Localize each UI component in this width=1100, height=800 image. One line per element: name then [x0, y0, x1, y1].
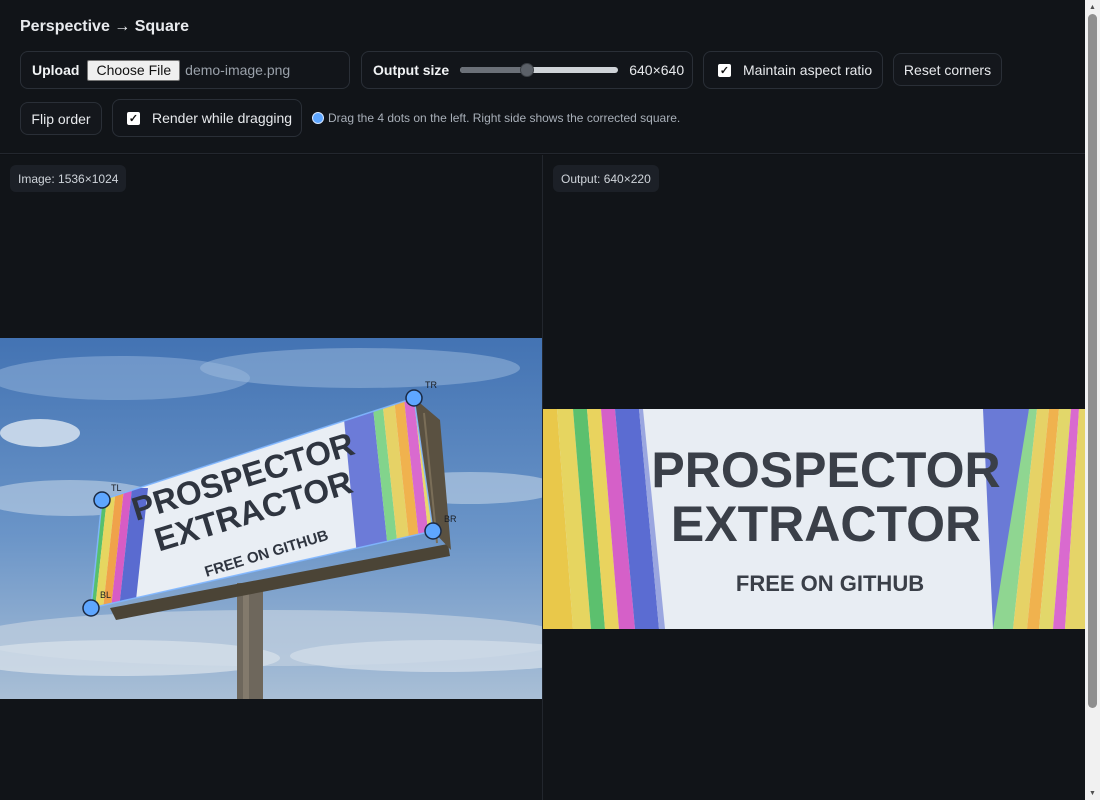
output-line-3: FREE ON GITHUB — [736, 571, 924, 596]
check-icon[interactable]: ✓ — [718, 63, 731, 77]
output-size-group: Output size 640×640 — [361, 51, 693, 89]
flip-order-button[interactable]: Flip order — [20, 102, 102, 135]
scrollbar-thumb[interactable] — [1088, 14, 1097, 708]
upload-label: Upload — [32, 62, 80, 78]
output-size-value: 640×640 — [629, 62, 685, 78]
corner-handle-tr[interactable] — [405, 389, 423, 407]
source-pane: Image: 1536×1024 PROSPECTOR EXTRACTOR FR… — [0, 155, 542, 800]
output-size-label: Output size — [373, 62, 450, 78]
check-icon[interactable]: ✓ — [127, 111, 140, 125]
output-line-1: PROSPECTOR — [651, 442, 1000, 498]
output-pane: Output: 640×220 PROSPECTOR EXTRACTOR FRE… — [543, 155, 1085, 800]
file-name: demo-image.png — [185, 62, 291, 78]
corner-label-tr: TR — [425, 380, 437, 390]
output-size-badge: Output: 640×220 — [553, 165, 659, 192]
source-image: PROSPECTOR EXTRACTOR FREE ON GITHUB TL T… — [0, 338, 542, 699]
toolbar: Perspective → Square Upload Choose File … — [0, 0, 1085, 154]
page-scrollbar[interactable]: ▲ ▼ — [1085, 0, 1100, 800]
hint-text: Drag the 4 dots on the left. Right side … — [328, 111, 681, 125]
render-while-dragging-toggle[interactable]: ✓ Render while dragging — [112, 99, 302, 137]
corner-label-tl: TL — [111, 483, 122, 493]
upload-group: Upload Choose File demo-image.png — [20, 51, 350, 89]
output-image: PROSPECTOR EXTRACTOR FREE ON GITHUB — [543, 409, 1085, 629]
corner-label-bl: BL — [100, 590, 111, 600]
corner-handle-br[interactable] — [424, 522, 442, 540]
app-title: Perspective → Square — [20, 18, 189, 35]
corner-label-br: BR — [444, 514, 457, 524]
hint: Drag the 4 dots on the left. Right side … — [312, 111, 680, 125]
reset-corners-button[interactable]: Reset corners — [893, 53, 1002, 86]
slider-thumb[interactable] — [519, 63, 534, 77]
output-line-2: EXTRACTOR — [671, 496, 981, 552]
corner-handle-bl[interactable] — [82, 599, 100, 617]
scroll-down-icon[interactable]: ▼ — [1085, 786, 1100, 800]
render-dragging-label: Render while dragging — [152, 110, 293, 126]
scroll-up-icon[interactable]: ▲ — [1085, 0, 1100, 14]
choose-file-button[interactable]: Choose File — [87, 59, 181, 81]
maintain-aspect-toggle[interactable]: ✓ Maintain aspect ratio — [703, 51, 883, 89]
image-size-badge: Image: 1536×1024 — [10, 165, 127, 192]
dot-icon — [312, 112, 324, 124]
slider-fill — [460, 67, 527, 73]
maintain-aspect-label: Maintain aspect ratio — [743, 62, 873, 78]
corner-handle-tl[interactable] — [93, 491, 111, 509]
output-size-slider[interactable] — [460, 62, 619, 78]
